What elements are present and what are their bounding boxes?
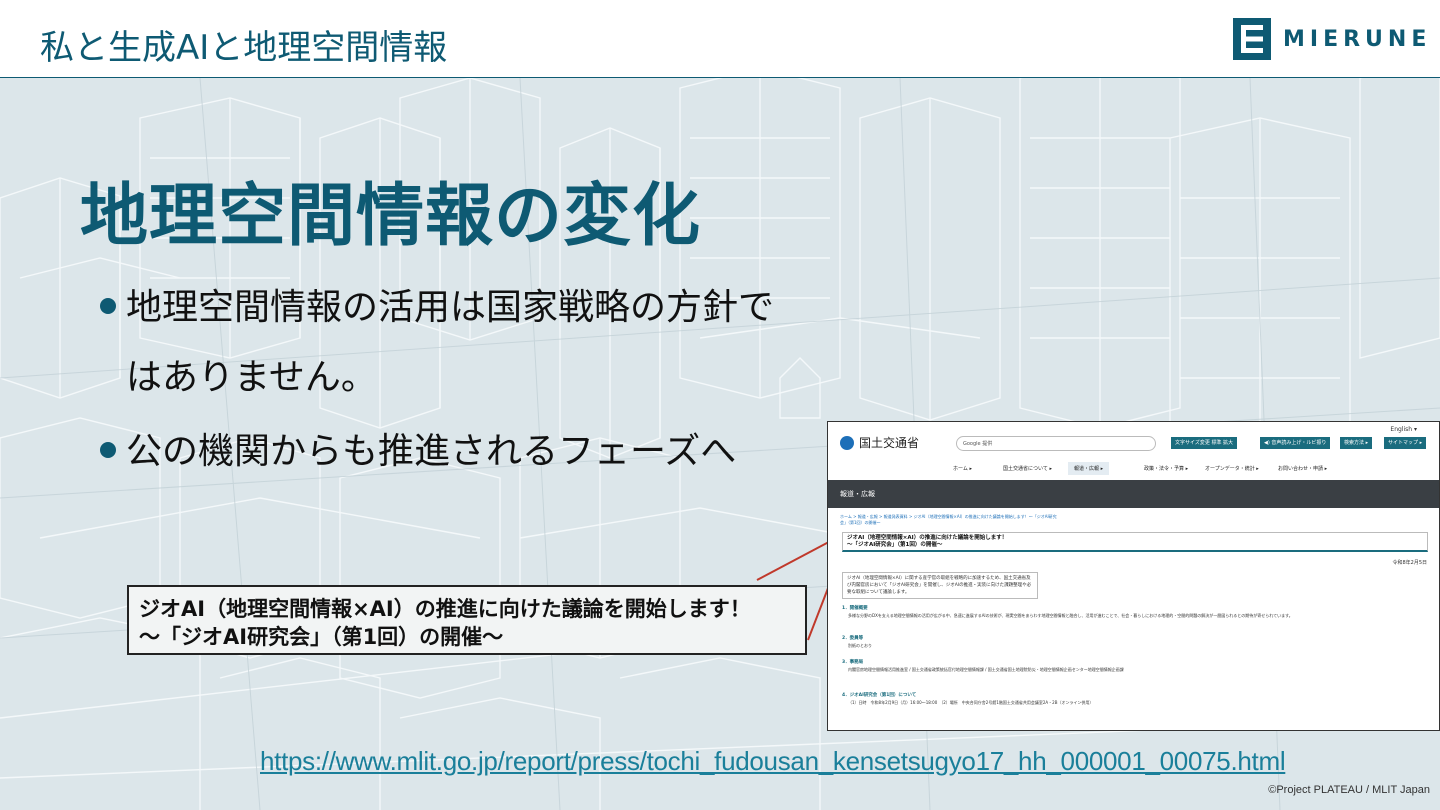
press-headline: ジオAI（地理空間情報×AI）の推進に向けた議論を開始します！ ～「ジオAI研究… — [842, 532, 1428, 552]
mlit-global-nav: ホーム ▸ 国土交通省について ▸ 報道・広報 ▸ 政策・法令・予算 ▸ オープ… — [828, 460, 1439, 478]
font-size-button[interactable]: 文字サイズ変更 標準 拡大 — [1171, 437, 1238, 449]
press-section-title: 2．委員等 — [842, 636, 864, 641]
press-section-body: 内閣官房地理空間情報活用推進室 / 国土交通省政策統括官付地理空間情報課 / 国… — [848, 667, 1124, 672]
headline-callout: ジオAI（地理空間情報×AI）の推進に向けた議論を開始します！ ～「ジオAI研究… — [127, 585, 807, 655]
read-aloud-button[interactable]: ◀) 音声読み上げ・ルビ振り — [1260, 437, 1331, 449]
nav-press[interactable]: 報道・広報 ▸ — [1068, 462, 1110, 475]
nav-contact[interactable]: お問い合わせ・申請 ▸ — [1278, 465, 1327, 472]
nav-opendata[interactable]: オープンデータ・統計 ▸ — [1205, 465, 1259, 472]
search-method-button[interactable]: 検索方法 ▸ — [1340, 437, 1373, 449]
mlit-logo: 国土交通省 — [840, 434, 919, 451]
press-section-title: 4．ジオAI研究会（第1回）について — [842, 693, 917, 698]
press-lead: ジオAI（地理空間情報×AI）に関する産学官の取組を戦略的に加速するため、国土交… — [842, 572, 1038, 599]
press-section-body: 多様な分野のDXを支える地理空間情報の活用が広がる中、急速に進展するAIの技術が… — [848, 613, 1293, 618]
press-date: 令和8年2月5日 — [1392, 560, 1427, 566]
press-section-body: （1）日時 令和8年2月9日（月）16:00～18:00 （2）場所 中央合同庁… — [848, 700, 1094, 705]
press-section-title: 1．開催概要 — [842, 606, 868, 611]
mlit-emblem-icon — [840, 435, 854, 450]
press-release-link[interactable]: https://www.mlit.go.jp/report/press/toch… — [260, 746, 1286, 777]
site-search-input[interactable]: Google 提供 — [956, 436, 1156, 451]
nav-home[interactable]: ホーム ▸ — [953, 465, 972, 472]
image-credit: ©Project PLATEAU / MLIT Japan — [1268, 784, 1430, 796]
press-breadcrumb[interactable]: ホーム > 報道・広報 > 報道発表資料 > ジオAI（地理空間情報×AI）の推… — [840, 514, 1060, 526]
mlit-site-name: 国土交通省 — [859, 436, 920, 450]
press-headline-line-2: ～「ジオAI研究会」（第1回）の開催～ — [847, 542, 943, 548]
callout-line-2: ～「ジオAI研究会」（第1回）の開催～ — [139, 625, 504, 649]
mlit-site-header: 国土交通省 English ▾ Google 提供 文字サイズ変更 標準 拡大 … — [828, 422, 1439, 478]
press-headline-line-1: ジオAI（地理空間情報×AI）の推進に向けた議論を開始します！ — [847, 535, 1008, 541]
mlit-press-screenshot: 国土交通省 English ▾ Google 提供 文字サイズ変更 標準 拡大 … — [827, 421, 1440, 731]
callout-line-1: ジオAI（地理空間情報×AI）の推進に向けた議論を開始します！ — [139, 597, 751, 621]
nav-about[interactable]: 国土交通省について ▸ — [1003, 465, 1052, 472]
press-section-title: 3．事務局 — [842, 660, 864, 665]
press-section-body: 別紙のとおり — [848, 643, 872, 648]
nav-policy[interactable]: 政策・法令・予算 ▸ — [1144, 465, 1188, 472]
english-link[interactable]: English ▾ — [1390, 426, 1417, 433]
press-band-title: 報道・広報 — [828, 480, 1439, 508]
sitemap-button[interactable]: サイトマップ ▸ — [1384, 437, 1427, 449]
